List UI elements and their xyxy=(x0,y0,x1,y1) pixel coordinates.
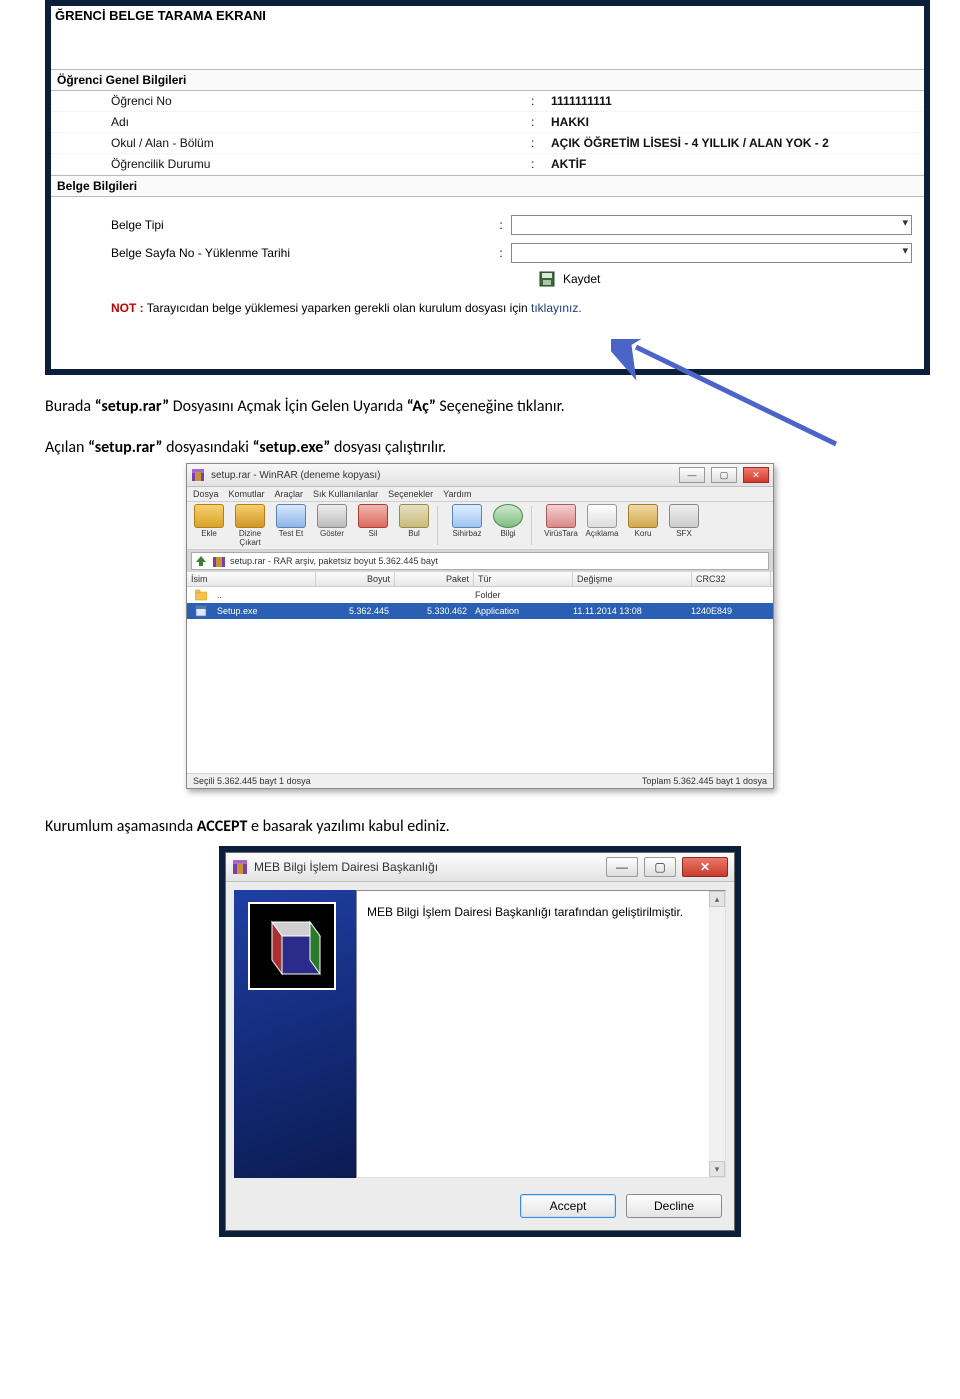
col-date[interactable]: Değişme xyxy=(573,572,692,586)
label-student-no: Öğrenci No xyxy=(111,94,531,108)
winrar-columns[interactable]: İsim Boyut Paket Tür Değişme CRC32 xyxy=(187,572,773,587)
tb-protect[interactable]: Koru xyxy=(623,504,663,547)
label-name: Adı xyxy=(111,115,531,129)
installer-message: MEB Bilgi İşlem Dairesi Başkanlığı taraf… xyxy=(357,891,725,933)
panel-title: ĞRENCİ BELGE TARAMA EKRANI xyxy=(51,6,924,27)
instruction-3: Kurumlum aşamasında ACCEPT e basarak yaz… xyxy=(45,817,960,836)
row-upload-date: Belge Sayfa No - Yüklenme Tarihi : xyxy=(51,239,924,267)
value-school: AÇIK ÖĞRETİM LİSESİ - 4 YILLIK / ALAN YO… xyxy=(551,136,918,150)
row-student-no: Öğrenci No : 1111111111 xyxy=(51,91,924,112)
label-school: Okul / Alan - Bölüm xyxy=(111,136,531,150)
col-type[interactable]: Tür xyxy=(474,572,573,586)
winrar-titlebar: setup.rar - WinRAR (deneme kopyası) — ▢ … xyxy=(187,464,773,487)
col-packed[interactable]: Paket xyxy=(395,572,474,586)
instruction-1: Burada “setup.rar” Dosyasını Açmak İçin … xyxy=(45,397,960,416)
address-text: setup.rar - RAR arşiv, paketsiz boyut 5.… xyxy=(230,556,438,566)
row-status: Öğrencilik Durumu : AKTİF xyxy=(51,154,924,175)
tb-test[interactable]: Test Et xyxy=(271,504,311,547)
label-status: Öğrencilik Durumu xyxy=(111,157,531,171)
winrar-icon xyxy=(191,468,205,482)
label-doc-type: Belge Tipi xyxy=(111,218,491,232)
row-school: Okul / Alan - Bölüm : AÇIK ÖĞRETİM LİSES… xyxy=(51,133,924,154)
tb-comment[interactable]: Açıklama xyxy=(582,504,622,547)
tb-wizard[interactable]: Sihirbaz xyxy=(447,504,487,547)
maximize-button[interactable]: ▢ xyxy=(711,467,737,483)
menu-favorites[interactable]: Sık Kullanılanlar xyxy=(313,489,378,499)
list-row-parent[interactable]: .. Folder xyxy=(187,587,773,603)
select-doc-type[interactable] xyxy=(511,215,912,235)
folder-up-icon xyxy=(191,588,211,602)
archive-icon xyxy=(212,554,226,568)
note-text: Tarayıcıdan belge yüklemesi yaparken ger… xyxy=(147,301,531,315)
tb-find[interactable]: Bul xyxy=(394,504,434,547)
menu-file[interactable]: Dosya xyxy=(193,489,219,499)
scrollbar[interactable]: ▴ ▾ xyxy=(709,891,725,1177)
col-size[interactable]: Boyut xyxy=(316,572,395,586)
save-icon xyxy=(537,269,557,289)
save-button[interactable]: Kaydet xyxy=(51,267,924,291)
tb-info[interactable]: Bilgi xyxy=(488,504,528,547)
value-status: AKTİF xyxy=(551,157,918,171)
menu-help[interactable]: Yardım xyxy=(443,489,471,499)
tb-view[interactable]: Göster xyxy=(312,504,352,547)
installer-content: MEB Bilgi İşlem Dairesi Başkanlığı taraf… xyxy=(356,890,726,1178)
tb-add[interactable]: Ekle xyxy=(189,504,229,547)
installer-title-text: MEB Bilgi İşlem Dairesi Başkanlığı xyxy=(254,860,438,874)
label-upload-date: Belge Sayfa No - Yüklenme Tarihi xyxy=(111,246,491,260)
installer-logo xyxy=(248,902,336,990)
winrar-file-list[interactable]: .. Folder Setup.exe 5.362.445 5.330.462 … xyxy=(187,587,773,773)
up-icon[interactable] xyxy=(194,554,208,568)
col-crc[interactable]: CRC32 xyxy=(692,572,771,586)
installer-sidebar xyxy=(234,890,356,1178)
installer-titlebar: MEB Bilgi İşlem Dairesi Başkanlığı — ▢ ✕ xyxy=(226,853,734,882)
winrar-toolbar: Ekle Dizine Çıkart Test Et Göster Sil Bu… xyxy=(187,502,773,550)
winrar-window: setup.rar - WinRAR (deneme kopyası) — ▢ … xyxy=(186,463,774,789)
scroll-down-icon[interactable]: ▾ xyxy=(709,1161,725,1177)
scroll-up-icon[interactable]: ▴ xyxy=(709,891,725,907)
list-row-setup-exe[interactable]: Setup.exe 5.362.445 5.330.462 Applicatio… xyxy=(187,603,773,619)
close-button[interactable]: ✕ xyxy=(682,857,728,877)
exe-icon xyxy=(191,604,211,618)
row-name: Adı : HAKKI xyxy=(51,112,924,133)
row-doc-type: Belge Tipi : xyxy=(51,211,924,239)
col-name[interactable]: İsim xyxy=(187,572,316,586)
accept-button[interactable]: Accept xyxy=(520,1194,616,1218)
tb-sep xyxy=(437,506,444,545)
winrar-address-bar[interactable]: setup.rar - RAR arşiv, paketsiz boyut 5.… xyxy=(191,552,769,570)
menu-options[interactable]: Seçenekler xyxy=(388,489,433,499)
minimize-button[interactable]: — xyxy=(606,857,638,877)
tb-sfx[interactable]: SFX xyxy=(664,504,704,547)
status-left: Seçili 5.362.445 bayt 1 dosya xyxy=(193,776,311,786)
tb-extract[interactable]: Dizine Çıkart xyxy=(230,504,270,547)
tb-sep2 xyxy=(531,506,538,545)
installer-icon xyxy=(232,859,248,875)
winrar-title-text: setup.rar - WinRAR (deneme kopyası) xyxy=(211,470,381,481)
minimize-button[interactable]: — xyxy=(679,467,705,483)
value-student-no: 1111111111 xyxy=(551,94,918,108)
installer-window: MEB Bilgi İşlem Dairesi Başkanlığı — ▢ ✕… xyxy=(225,852,735,1231)
decline-button[interactable]: Decline xyxy=(626,1194,722,1218)
winrar-menubar[interactable]: Dosya Komutlar Araçlar Sık Kullanılanlar… xyxy=(187,487,773,502)
menu-tools[interactable]: Araçlar xyxy=(275,489,304,499)
menu-commands[interactable]: Komutlar xyxy=(229,489,265,499)
tb-virus[interactable]: VirüsTara xyxy=(541,504,581,547)
student-form-screenshot: ĞRENCİ BELGE TARAMA EKRANI Öğrenci Genel… xyxy=(45,0,930,375)
instruction-2: Açılan “setup.rar” dosyasındaki “setup.e… xyxy=(45,438,960,457)
save-label: Kaydet xyxy=(563,272,600,286)
installer-screenshot-frame: MEB Bilgi İşlem Dairesi Başkanlığı — ▢ ✕… xyxy=(219,846,741,1237)
winrar-statusbar: Seçili 5.362.445 bayt 1 dosya Toplam 5.3… xyxy=(187,773,773,788)
maximize-button[interactable]: ▢ xyxy=(644,857,676,877)
select-upload-date[interactable] xyxy=(511,243,912,263)
note-link[interactable]: tıklayınız. xyxy=(531,301,582,315)
section-doc-info: Belge Bilgileri xyxy=(51,175,924,197)
section-student-info: Öğrenci Genel Bilgileri xyxy=(51,69,924,91)
note-row: NOT : Tarayıcıdan belge yüklemesi yapark… xyxy=(51,291,924,319)
value-name: HAKKI xyxy=(551,115,918,129)
close-button[interactable]: ✕ xyxy=(743,467,769,483)
note-prefix: NOT : xyxy=(111,301,144,315)
status-right: Toplam 5.362.445 bayt 1 dosya xyxy=(642,776,767,786)
tb-delete[interactable]: Sil xyxy=(353,504,393,547)
